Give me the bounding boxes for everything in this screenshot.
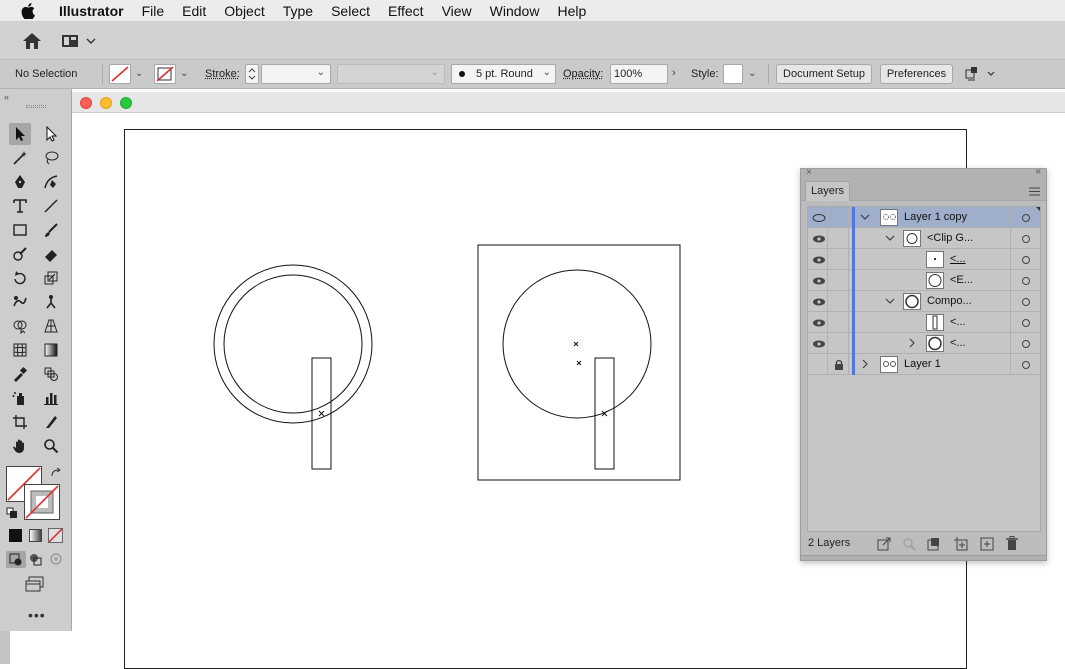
- layer-name[interactable]: Layer 1: [904, 358, 941, 370]
- layer-thumbnail: [926, 335, 944, 352]
- layer-color-bar: [852, 312, 855, 333]
- close-panel-icon[interactable]: ×: [806, 167, 812, 178]
- layer-thumbnail: [903, 293, 921, 310]
- layer-thumbnail: [926, 314, 944, 331]
- layer-name[interactable]: <...: [950, 337, 966, 349]
- eye-icon[interactable]: [810, 270, 828, 291]
- target-circle-icon[interactable]: [1010, 354, 1040, 375]
- lock-toggle[interactable]: [829, 333, 849, 354]
- eye-icon[interactable]: [810, 291, 828, 312]
- layer-thumbnail: [926, 272, 944, 289]
- chevron-down-icon[interactable]: [884, 294, 896, 308]
- layer-thumbnail: [903, 230, 921, 247]
- eye-icon[interactable]: [810, 312, 828, 333]
- target-circle-icon[interactable]: [1010, 228, 1040, 249]
- target-circle-icon[interactable]: [1010, 249, 1040, 270]
- eye-icon[interactable]: [810, 333, 828, 354]
- target-circle-icon[interactable]: [1010, 291, 1040, 312]
- panel-menu-icon[interactable]: [1029, 185, 1040, 196]
- layer-color-bar: [852, 228, 855, 249]
- create-sublayer-icon[interactable]: [952, 537, 968, 551]
- layer-color-bar: [852, 333, 855, 354]
- outer-circle-path[interactable]: [213, 264, 373, 424]
- chevron-right-icon[interactable]: [906, 336, 918, 350]
- layers-list: Layer 1 copy <Clip G... <... <E... Compo…: [807, 206, 1041, 532]
- layers-panel: × « Layers Layer 1 copy <Clip G... <... …: [800, 166, 1047, 561]
- right-circle-path[interactable]: [502, 269, 652, 419]
- make-clipping-mask-icon[interactable]: [927, 537, 941, 551]
- layer-row-compound-path[interactable]: Compo...: [808, 291, 1040, 312]
- eye-icon[interactable]: [810, 228, 828, 249]
- layers-panel-footer: 2 Layers: [801, 535, 1046, 555]
- lock-toggle[interactable]: [829, 249, 849, 270]
- export-icon[interactable]: [877, 537, 891, 551]
- layer-thumbnail: [880, 209, 898, 226]
- trash-icon[interactable]: [1005, 536, 1019, 551]
- layer-row-ellipse[interactable]: <E...: [808, 270, 1040, 291]
- layer-count: 2 Layers: [808, 537, 851, 549]
- chevron-right-icon[interactable]: [859, 357, 871, 371]
- layer-row-clipping-path[interactable]: <...: [808, 249, 1040, 270]
- collapse-panel-icon[interactable]: «: [1035, 166, 1041, 177]
- lock-toggle[interactable]: [829, 291, 849, 312]
- layer-row-clip-group[interactable]: <Clip G...: [808, 228, 1040, 249]
- lock-toggle[interactable]: [829, 312, 849, 333]
- target-circle-icon[interactable]: [1010, 270, 1040, 291]
- layer-thumbnail: [880, 356, 898, 373]
- chevron-down-icon[interactable]: [859, 210, 871, 224]
- layer-row-rectangle[interactable]: <...: [808, 312, 1040, 333]
- layer-color-bar: [852, 249, 855, 270]
- layer-color-bar: [852, 354, 855, 375]
- target-circle-icon[interactable]: [1010, 333, 1040, 354]
- layer-name[interactable]: Layer 1 copy: [904, 211, 967, 223]
- panel-resize-grip[interactable]: [801, 555, 1046, 560]
- target-circle-icon[interactable]: [1010, 312, 1040, 333]
- lock-toggle[interactable]: [829, 228, 849, 249]
- lock-toggle[interactable]: [829, 270, 849, 291]
- layer-name[interactable]: <...: [950, 253, 966, 265]
- visibility-outline-icon[interactable]: [810, 207, 828, 228]
- visibility-hidden[interactable]: [810, 354, 828, 375]
- center-point-marker: [318, 410, 325, 417]
- layer-color-bar: [852, 291, 855, 312]
- layer-color-bar: [852, 207, 855, 228]
- lock-icon[interactable]: [829, 354, 849, 375]
- layer-row-layer-1-copy[interactable]: Layer 1 copy: [808, 207, 1040, 228]
- layers-tab-row: Layers: [801, 179, 1046, 201]
- center-point-marker: [576, 360, 582, 366]
- lock-toggle[interactable]: [829, 207, 849, 228]
- layer-thumbnail: [926, 251, 944, 268]
- eye-icon[interactable]: [810, 249, 828, 270]
- layer-color-bar: [852, 270, 855, 291]
- layer-name[interactable]: <Clip G...: [927, 232, 973, 244]
- create-new-layer-icon[interactable]: [980, 537, 994, 551]
- layer-row-group[interactable]: <...: [808, 333, 1040, 354]
- locate-object-icon: [902, 537, 916, 551]
- layer-name[interactable]: <E...: [950, 274, 973, 286]
- selected-corner-indicator: [1036, 207, 1040, 213]
- layers-panel-header[interactable]: × «: [801, 166, 1046, 179]
- tab-layers[interactable]: Layers: [805, 181, 851, 201]
- inner-circle-path[interactable]: [223, 274, 363, 414]
- layer-row-layer-1[interactable]: Layer 1: [808, 354, 1040, 375]
- layer-name[interactable]: Compo...: [927, 295, 972, 307]
- chevron-down-icon[interactable]: [884, 231, 896, 245]
- layer-name[interactable]: <...: [950, 316, 966, 328]
- center-point-marker: [573, 341, 579, 347]
